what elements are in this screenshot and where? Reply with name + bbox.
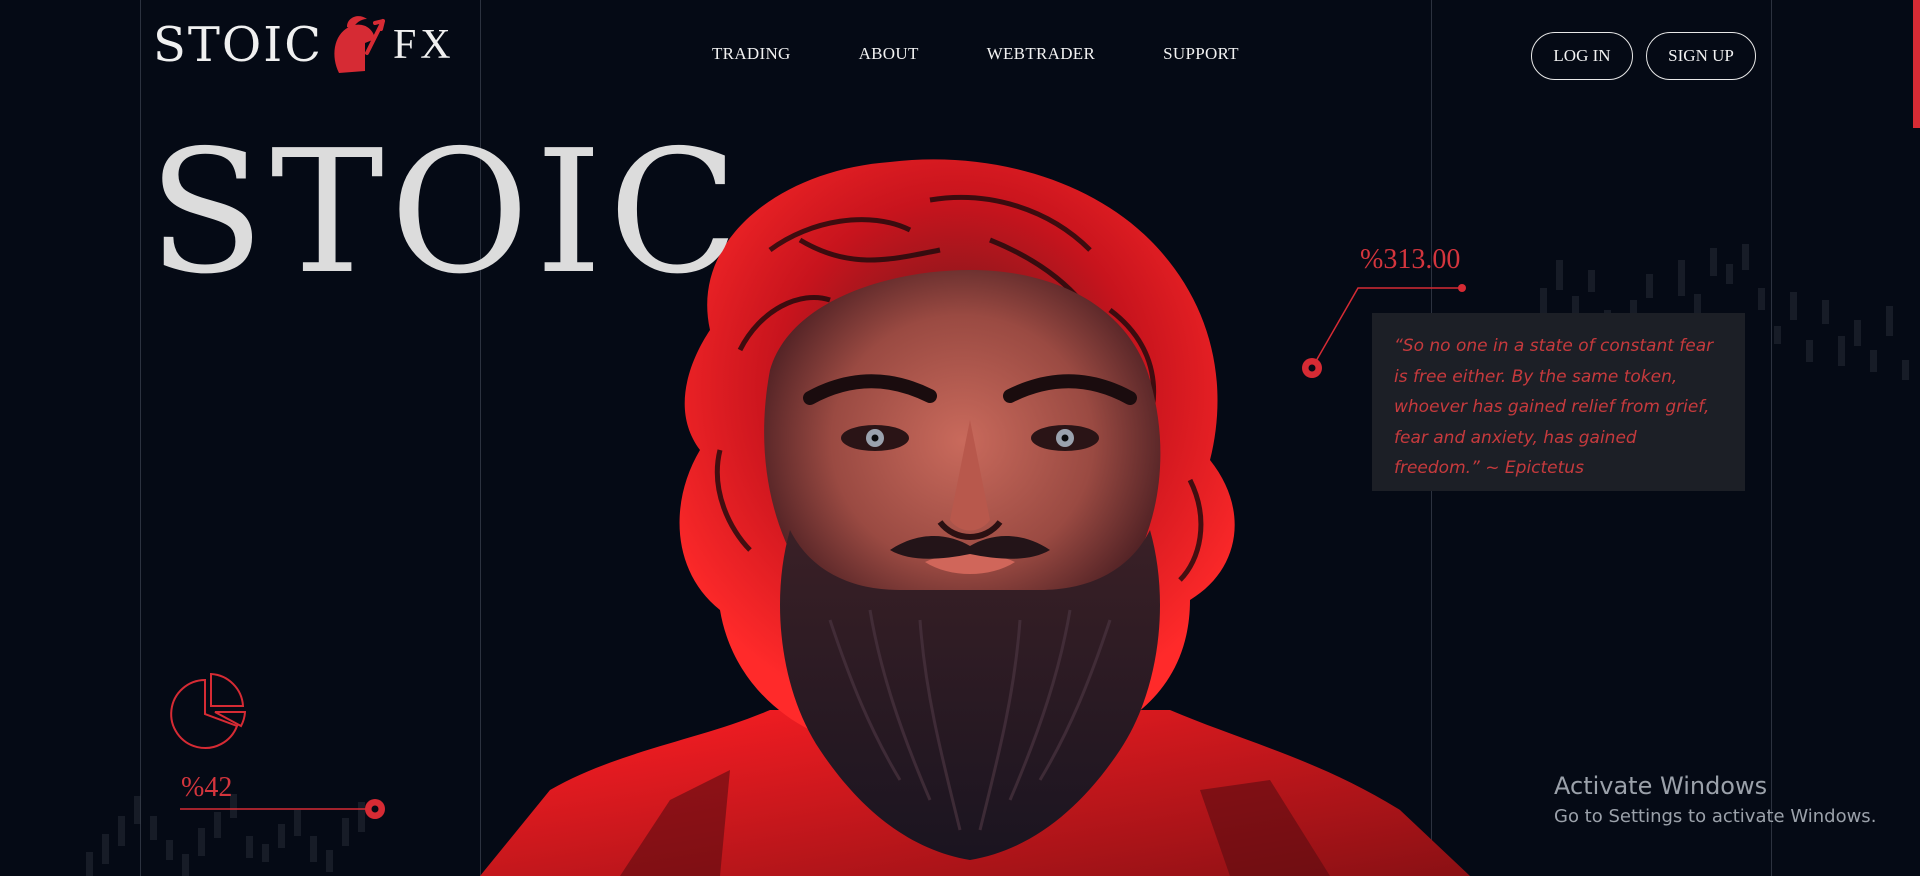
- stat-connector-bottom: [180, 799, 385, 819]
- signup-button[interactable]: SIGN UP: [1646, 32, 1756, 80]
- quote-card: “So no one in a state of constant fear i…: [1372, 313, 1745, 491]
- windows-activation-watermark: Activate Windows Go to Settings to activ…: [1554, 772, 1876, 827]
- quote-text: “So no one in a state of constant fear i…: [1394, 336, 1714, 478]
- spartan-helmet-icon: [334, 16, 385, 73]
- grid-line: [140, 0, 141, 876]
- nav-item-webtrader[interactable]: WEBTRADER: [987, 44, 1095, 64]
- hero-title: STOIC: [148, 114, 745, 312]
- stat-value-top: %313.00: [1360, 244, 1461, 275]
- watermark-title: Activate Windows: [1554, 772, 1768, 800]
- nav-item-about[interactable]: ABOUT: [859, 44, 919, 64]
- scrollbar-thumb[interactable]: [1913, 0, 1920, 128]
- pie-chart-icon: [170, 672, 247, 749]
- nav-item-trading[interactable]: TRADING: [712, 44, 791, 64]
- nav-item-support[interactable]: SUPPORT: [1163, 44, 1239, 64]
- logo-suffix: FX: [392, 22, 455, 68]
- brand-logo[interactable]: STOIC FX: [153, 12, 455, 78]
- logo-wordmark: STOIC: [153, 17, 323, 73]
- grid-line: [1771, 0, 1772, 876]
- login-button[interactable]: LOG IN: [1531, 32, 1633, 80]
- main-nav: TRADING ABOUT WEBTRADER SUPPORT: [712, 44, 1307, 64]
- watermark-subtitle: Go to Settings to activate Windows.: [1554, 806, 1877, 827]
